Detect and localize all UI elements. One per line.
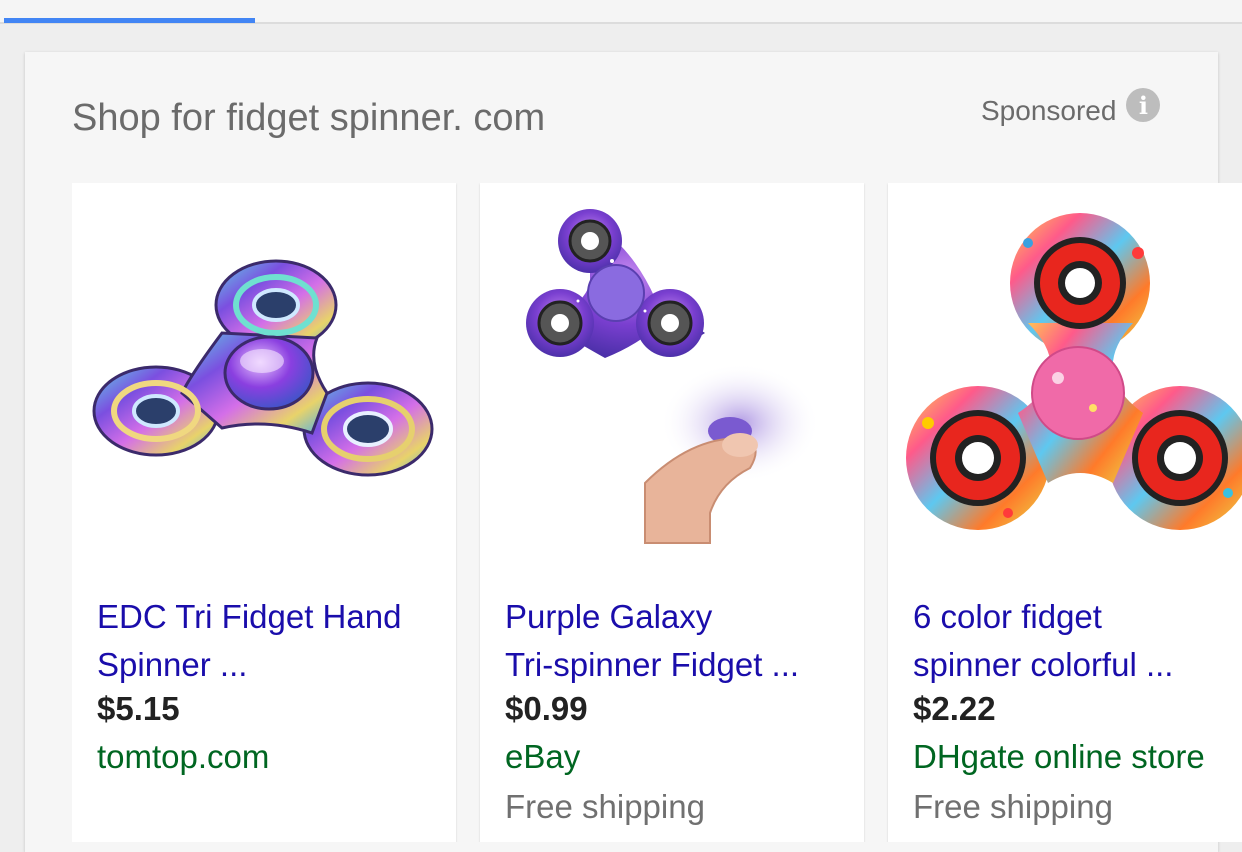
product-image[interactable] bbox=[480, 183, 864, 573]
product-title-line: 6 color fidget bbox=[913, 598, 1102, 635]
product-title-line: Tri-spinner Fidget ... bbox=[505, 646, 800, 683]
product-card[interactable]: 6 color fidget spinner colorful ... $2.2… bbox=[888, 183, 1242, 842]
product-store[interactable]: DHgate online store bbox=[913, 738, 1205, 776]
product-price: $0.99 bbox=[505, 690, 588, 727]
product-title-link[interactable]: Purple Galaxy Tri-spinner Fidget ... bbox=[505, 593, 850, 689]
product-card[interactable]: Purple Galaxy Tri-spinner Fidget ... $0.… bbox=[480, 183, 864, 842]
product-card[interactable]: EDC Tri Fidget Hand Spinner ... $5.15 to… bbox=[72, 183, 456, 842]
product-carousel: EDC Tri Fidget Hand Spinner ... $5.15 to… bbox=[72, 183, 1242, 842]
product-title-link[interactable]: EDC Tri Fidget Hand Spinner ... bbox=[97, 593, 442, 689]
product-shipping: Free shipping bbox=[505, 788, 705, 825]
product-image[interactable] bbox=[888, 183, 1242, 573]
product-image[interactable] bbox=[72, 183, 456, 573]
product-price: $2.22 bbox=[913, 690, 996, 727]
product-title-line: Purple Galaxy bbox=[505, 598, 713, 635]
product-store[interactable]: tomtop.com bbox=[97, 738, 269, 776]
product-title-line: spinner colorful ... bbox=[913, 646, 1174, 683]
product-title-line: Spinner ... bbox=[97, 646, 248, 683]
active-tab-indicator bbox=[4, 18, 255, 23]
product-store[interactable]: eBay bbox=[505, 738, 580, 776]
sponsored-badge: Sponsored i bbox=[981, 88, 1161, 128]
info-icon[interactable]: i bbox=[1126, 88, 1161, 122]
sponsored-label: Sponsored bbox=[981, 95, 1117, 126]
product-title-link[interactable]: 6 color fidget spinner colorful ... bbox=[913, 593, 1242, 689]
panel-title: Shop for fidget spinner. com bbox=[72, 97, 546, 139]
product-title-line: EDC Tri Fidget Hand bbox=[97, 598, 402, 635]
product-shipping: Free shipping bbox=[913, 788, 1113, 825]
product-price: $5.15 bbox=[97, 690, 180, 727]
